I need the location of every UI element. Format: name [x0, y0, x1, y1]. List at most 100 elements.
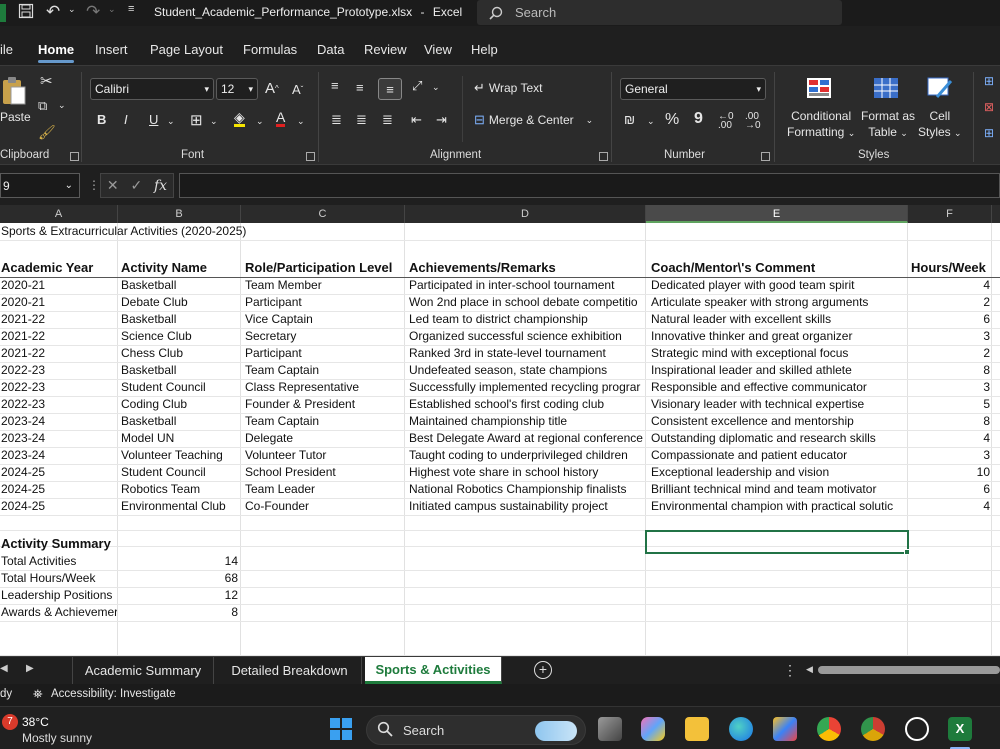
format-cells-icon[interactable]: ⊞: [984, 126, 994, 140]
name-box[interactable]: 9 ⌄: [0, 173, 80, 198]
cell-achievements[interactable]: Ranked 3rd in state-level tournament: [408, 345, 646, 362]
insert-cells-icon[interactable]: ⊞: [984, 74, 994, 88]
summary-value[interactable]: 12: [118, 587, 240, 604]
cell-hours-week[interactable]: 6: [910, 311, 992, 328]
task-view-icon[interactable]: [598, 717, 622, 741]
cell-role[interactable]: Volunteer Tutor: [244, 447, 404, 464]
header-hours-week[interactable]: Hours/Week: [910, 259, 990, 276]
tab-formulas[interactable]: Formulas: [243, 42, 297, 57]
cell-achievements[interactable]: Won 2nd place in school debate competiti…: [408, 294, 646, 311]
underline-dropdown-icon[interactable]: ⌄: [167, 116, 175, 127]
cell-hours-week[interactable]: 6: [910, 481, 992, 498]
chrome-icon[interactable]: [817, 717, 841, 741]
percent-button[interactable]: %: [665, 111, 679, 129]
cell-achievements[interactable]: Highest vote share in school history: [408, 464, 646, 481]
cell-activity-name[interactable]: Basketball: [120, 277, 238, 294]
cell-role[interactable]: Secretary: [244, 328, 404, 345]
tab-review[interactable]: Review: [364, 42, 407, 57]
cell-styles-icon[interactable]: [926, 76, 954, 100]
column-header-f[interactable]: F: [908, 205, 992, 223]
weather-condition[interactable]: Mostly sunny: [22, 731, 92, 745]
cell-coach-comment[interactable]: Strategic mind with exceptional focus: [650, 345, 908, 362]
column-header-d[interactable]: D: [405, 205, 646, 223]
cell-coach-comment[interactable]: Responsible and effective communicator: [650, 379, 908, 396]
sheet-tab-detailed-breakdown[interactable]: Detailed Breakdown: [218, 657, 362, 684]
cell-hours-week[interactable]: 4: [910, 498, 992, 515]
grow-font-button[interactable]: A ^: [265, 80, 279, 97]
number-format-select[interactable]: General ▾: [620, 78, 766, 100]
insert-function-button[interactable]: fx: [154, 178, 167, 194]
cell-role[interactable]: Team Leader: [244, 481, 404, 498]
cell-activity-name[interactable]: Debate Club: [120, 294, 238, 311]
undo-dropdown-icon[interactable]: ⌄: [68, 4, 76, 15]
align-top-icon[interactable]: ≡: [331, 78, 339, 93]
copilot-icon[interactable]: [641, 717, 665, 741]
increase-indent-icon[interactable]: ⇥: [436, 112, 447, 128]
cell-role[interactable]: Class Representative: [244, 379, 404, 396]
cell-academic-year[interactable]: 2020-21: [0, 277, 116, 294]
number-launcher-icon[interactable]: [761, 152, 770, 161]
tab-data[interactable]: Data: [317, 42, 344, 57]
header-achievements[interactable]: Achievements/Remarks: [408, 259, 646, 276]
cell-coach-comment[interactable]: Inspirational leader and skilled athlete: [650, 362, 908, 379]
wrap-text-button[interactable]: ↵ Wrap Text: [474, 80, 542, 96]
tab-home[interactable]: Home: [38, 42, 75, 63]
cell-achievements[interactable]: National Robotics Championship finalists: [408, 481, 646, 498]
cancel-icon[interactable]: ✕: [107, 177, 119, 194]
column-header-a[interactable]: A: [0, 205, 118, 223]
cell-activity-name[interactable]: Basketball: [120, 413, 238, 430]
cell-activity-name[interactable]: Basketball: [120, 311, 238, 328]
decrease-decimal-icon[interactable]: .00 →0: [745, 112, 761, 131]
cell-achievements[interactable]: Maintained championship title: [408, 413, 646, 430]
add-sheet-icon[interactable]: +: [534, 661, 552, 679]
summary-label[interactable]: Awards & Achievemer: [0, 604, 117, 621]
cell-hours-week[interactable]: 10: [910, 464, 992, 481]
weather-temperature[interactable]: 38°C: [22, 715, 49, 729]
paste-button[interactable]: Paste: [0, 110, 31, 124]
cell-hours-week[interactable]: 4: [910, 430, 992, 447]
cell-role[interactable]: Team Captain: [244, 362, 404, 379]
undo-icon[interactable]: ↶: [46, 2, 60, 22]
customize-toolbar-icon[interactable]: ≡: [128, 3, 134, 15]
format-as-table-button[interactable]: Format as Table ⌄: [861, 108, 915, 141]
conditional-formatting-button[interactable]: Conditional Formatting ⌄: [787, 108, 855, 141]
cell-hours-week[interactable]: 3: [910, 328, 992, 345]
cell-activity-name[interactable]: Science Club: [120, 328, 238, 345]
delete-cells-icon[interactable]: ⊠: [984, 100, 994, 114]
cell-achievements[interactable]: Established school's first coding club: [408, 396, 646, 413]
save-icon[interactable]: [18, 3, 34, 19]
cell-activity-name[interactable]: Volunteer Teaching: [120, 447, 238, 464]
cell-activity-name[interactable]: Coding Club: [120, 396, 238, 413]
summary-title[interactable]: Activity Summary: [0, 535, 116, 552]
cell-coach-comment[interactable]: Visionary leader with technical expertis…: [650, 396, 908, 413]
enter-icon[interactable]: ✓: [130, 177, 142, 194]
font-color-icon[interactable]: A: [276, 110, 286, 127]
cell-hours-week[interactable]: 5: [910, 396, 992, 413]
cell-academic-year[interactable]: 2024-25: [0, 498, 116, 515]
cell-academic-year[interactable]: 2024-25: [0, 481, 116, 498]
cell-coach-comment[interactable]: Brilliant technical mind and team motiva…: [650, 481, 908, 498]
sheet-title[interactable]: Sports & Extracurricular Activities (202…: [0, 223, 400, 240]
alignment-launcher-icon[interactable]: [599, 152, 608, 161]
taskbar-search[interactable]: Search: [366, 715, 586, 745]
cell-achievements[interactable]: Organized successful science exhibition: [408, 328, 646, 345]
column-header-e[interactable]: E: [646, 205, 908, 223]
cell-hours-week[interactable]: 8: [910, 413, 992, 430]
cell-activity-name[interactable]: Student Council: [120, 379, 238, 396]
selected-cell[interactable]: [645, 530, 909, 554]
edge-icon[interactable]: [729, 717, 753, 741]
cell-hours-week[interactable]: 8: [910, 362, 992, 379]
cell-activity-name[interactable]: Chess Club: [120, 345, 238, 362]
cell-academic-year[interactable]: 2024-25: [0, 464, 116, 481]
cell-academic-year[interactable]: 2022-23: [0, 362, 116, 379]
format-painter-icon[interactable]: 🖌: [38, 124, 56, 141]
cell-role[interactable]: Founder & President: [244, 396, 404, 413]
cell-academic-year[interactable]: 2023-24: [0, 447, 116, 464]
store-icon[interactable]: [773, 717, 797, 741]
fill-handle[interactable]: [904, 549, 910, 555]
header-coach-comment[interactable]: Coach/Mentor\'s Comment: [650, 259, 908, 276]
sheet-options-icon[interactable]: ⋮: [783, 662, 797, 679]
cell-academic-year[interactable]: 2021-22: [0, 311, 116, 328]
tab-help[interactable]: Help: [471, 42, 498, 57]
cell-achievements[interactable]: Successfully implemented recycling progr…: [408, 379, 646, 396]
